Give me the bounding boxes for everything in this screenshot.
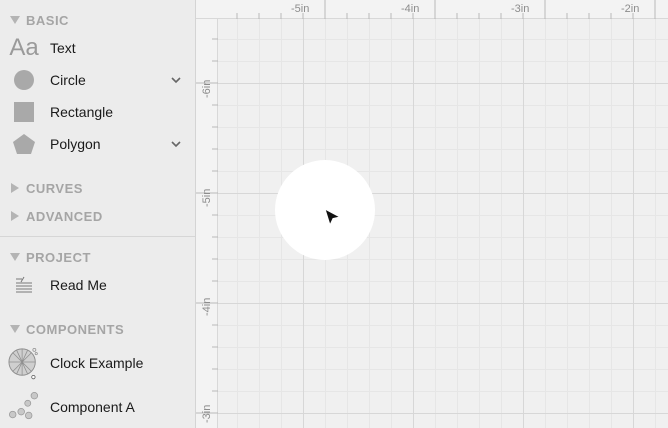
sidebar-item-clock-example-label: Clock Example xyxy=(50,355,144,371)
disclosure-right-icon[interactable] xyxy=(11,211,19,221)
disclosure-down-icon[interactable] xyxy=(10,253,20,261)
ruler-horizontal[interactable]: -5in -4in -3in -2in xyxy=(196,0,668,19)
section-project-label: PROJECT xyxy=(26,249,91,265)
ruler-horizontal-ticks xyxy=(236,0,656,19)
section-basic-header[interactable]: BASIC xyxy=(0,10,195,30)
section-project-header[interactable]: PROJECT xyxy=(0,247,195,267)
sidebar-item-component-a[interactable]: Component A xyxy=(0,391,195,423)
ruler-label: -3in xyxy=(201,404,213,423)
section-components-label: COMPONENTS xyxy=(26,321,125,337)
section-components-header[interactable]: COMPONENTS xyxy=(0,319,195,339)
ruler-label: -3in xyxy=(511,3,530,15)
sidebar-item-text-label: Text xyxy=(50,40,76,56)
canvas-area: -5in -4in -3in -2in -6in -5in -4in -3in xyxy=(196,0,668,428)
sidebar-item-component-a-label: Component A xyxy=(50,399,135,415)
sidebar-item-read-me-label: Read Me xyxy=(50,277,107,293)
clock-component-icon xyxy=(8,347,40,380)
sidebar-divider xyxy=(0,236,195,237)
ruler-label: -5in xyxy=(201,188,213,207)
sidebar-item-circle-label: Circle xyxy=(50,72,86,88)
rectangle-icon xyxy=(8,96,40,128)
document-lines-icon xyxy=(8,269,40,301)
mouse-pointer-icon xyxy=(324,208,342,227)
disclosure-right-icon[interactable] xyxy=(11,183,19,193)
section-basic-label: BASIC xyxy=(26,12,69,28)
sidebar: BASIC Aa Text Circle Rectangle Polygon C… xyxy=(0,0,196,428)
ruler-label: -5in xyxy=(291,3,310,15)
circle-icon xyxy=(8,64,40,96)
section-curves-label: CURVES xyxy=(26,180,83,196)
ruler-label: -4in xyxy=(201,297,213,316)
sidebar-item-text[interactable]: Aa Text xyxy=(0,32,195,64)
chevron-down-icon[interactable] xyxy=(170,138,182,150)
sidebar-item-polygon-label: Polygon xyxy=(50,136,101,152)
sidebar-item-clock-example[interactable]: Clock Example xyxy=(0,347,195,380)
sidebar-item-circle[interactable]: Circle xyxy=(0,64,195,96)
ruler-label: -6in xyxy=(201,79,213,98)
dots-component-icon xyxy=(8,391,40,423)
chevron-down-icon[interactable] xyxy=(170,74,182,86)
section-advanced-label: ADVANCED xyxy=(26,208,103,224)
section-advanced-header[interactable]: ADVANCED xyxy=(0,206,195,226)
ruler-vertical[interactable]: -6in -5in -4in -3in xyxy=(196,19,218,428)
sidebar-item-polygon[interactable]: Polygon xyxy=(0,128,195,160)
section-curves-header[interactable]: CURVES xyxy=(0,178,195,198)
text-aa-icon: Aa xyxy=(9,34,39,61)
ruler-label: -2in xyxy=(621,3,640,15)
sidebar-item-read-me[interactable]: Read Me xyxy=(0,269,195,301)
sidebar-item-rectangle[interactable]: Rectangle xyxy=(0,96,195,128)
polygon-icon xyxy=(8,128,40,160)
sidebar-item-rectangle-label: Rectangle xyxy=(50,104,114,120)
disclosure-down-icon[interactable] xyxy=(10,16,20,24)
ruler-label: -4in xyxy=(401,3,420,15)
disclosure-down-icon[interactable] xyxy=(10,325,20,333)
